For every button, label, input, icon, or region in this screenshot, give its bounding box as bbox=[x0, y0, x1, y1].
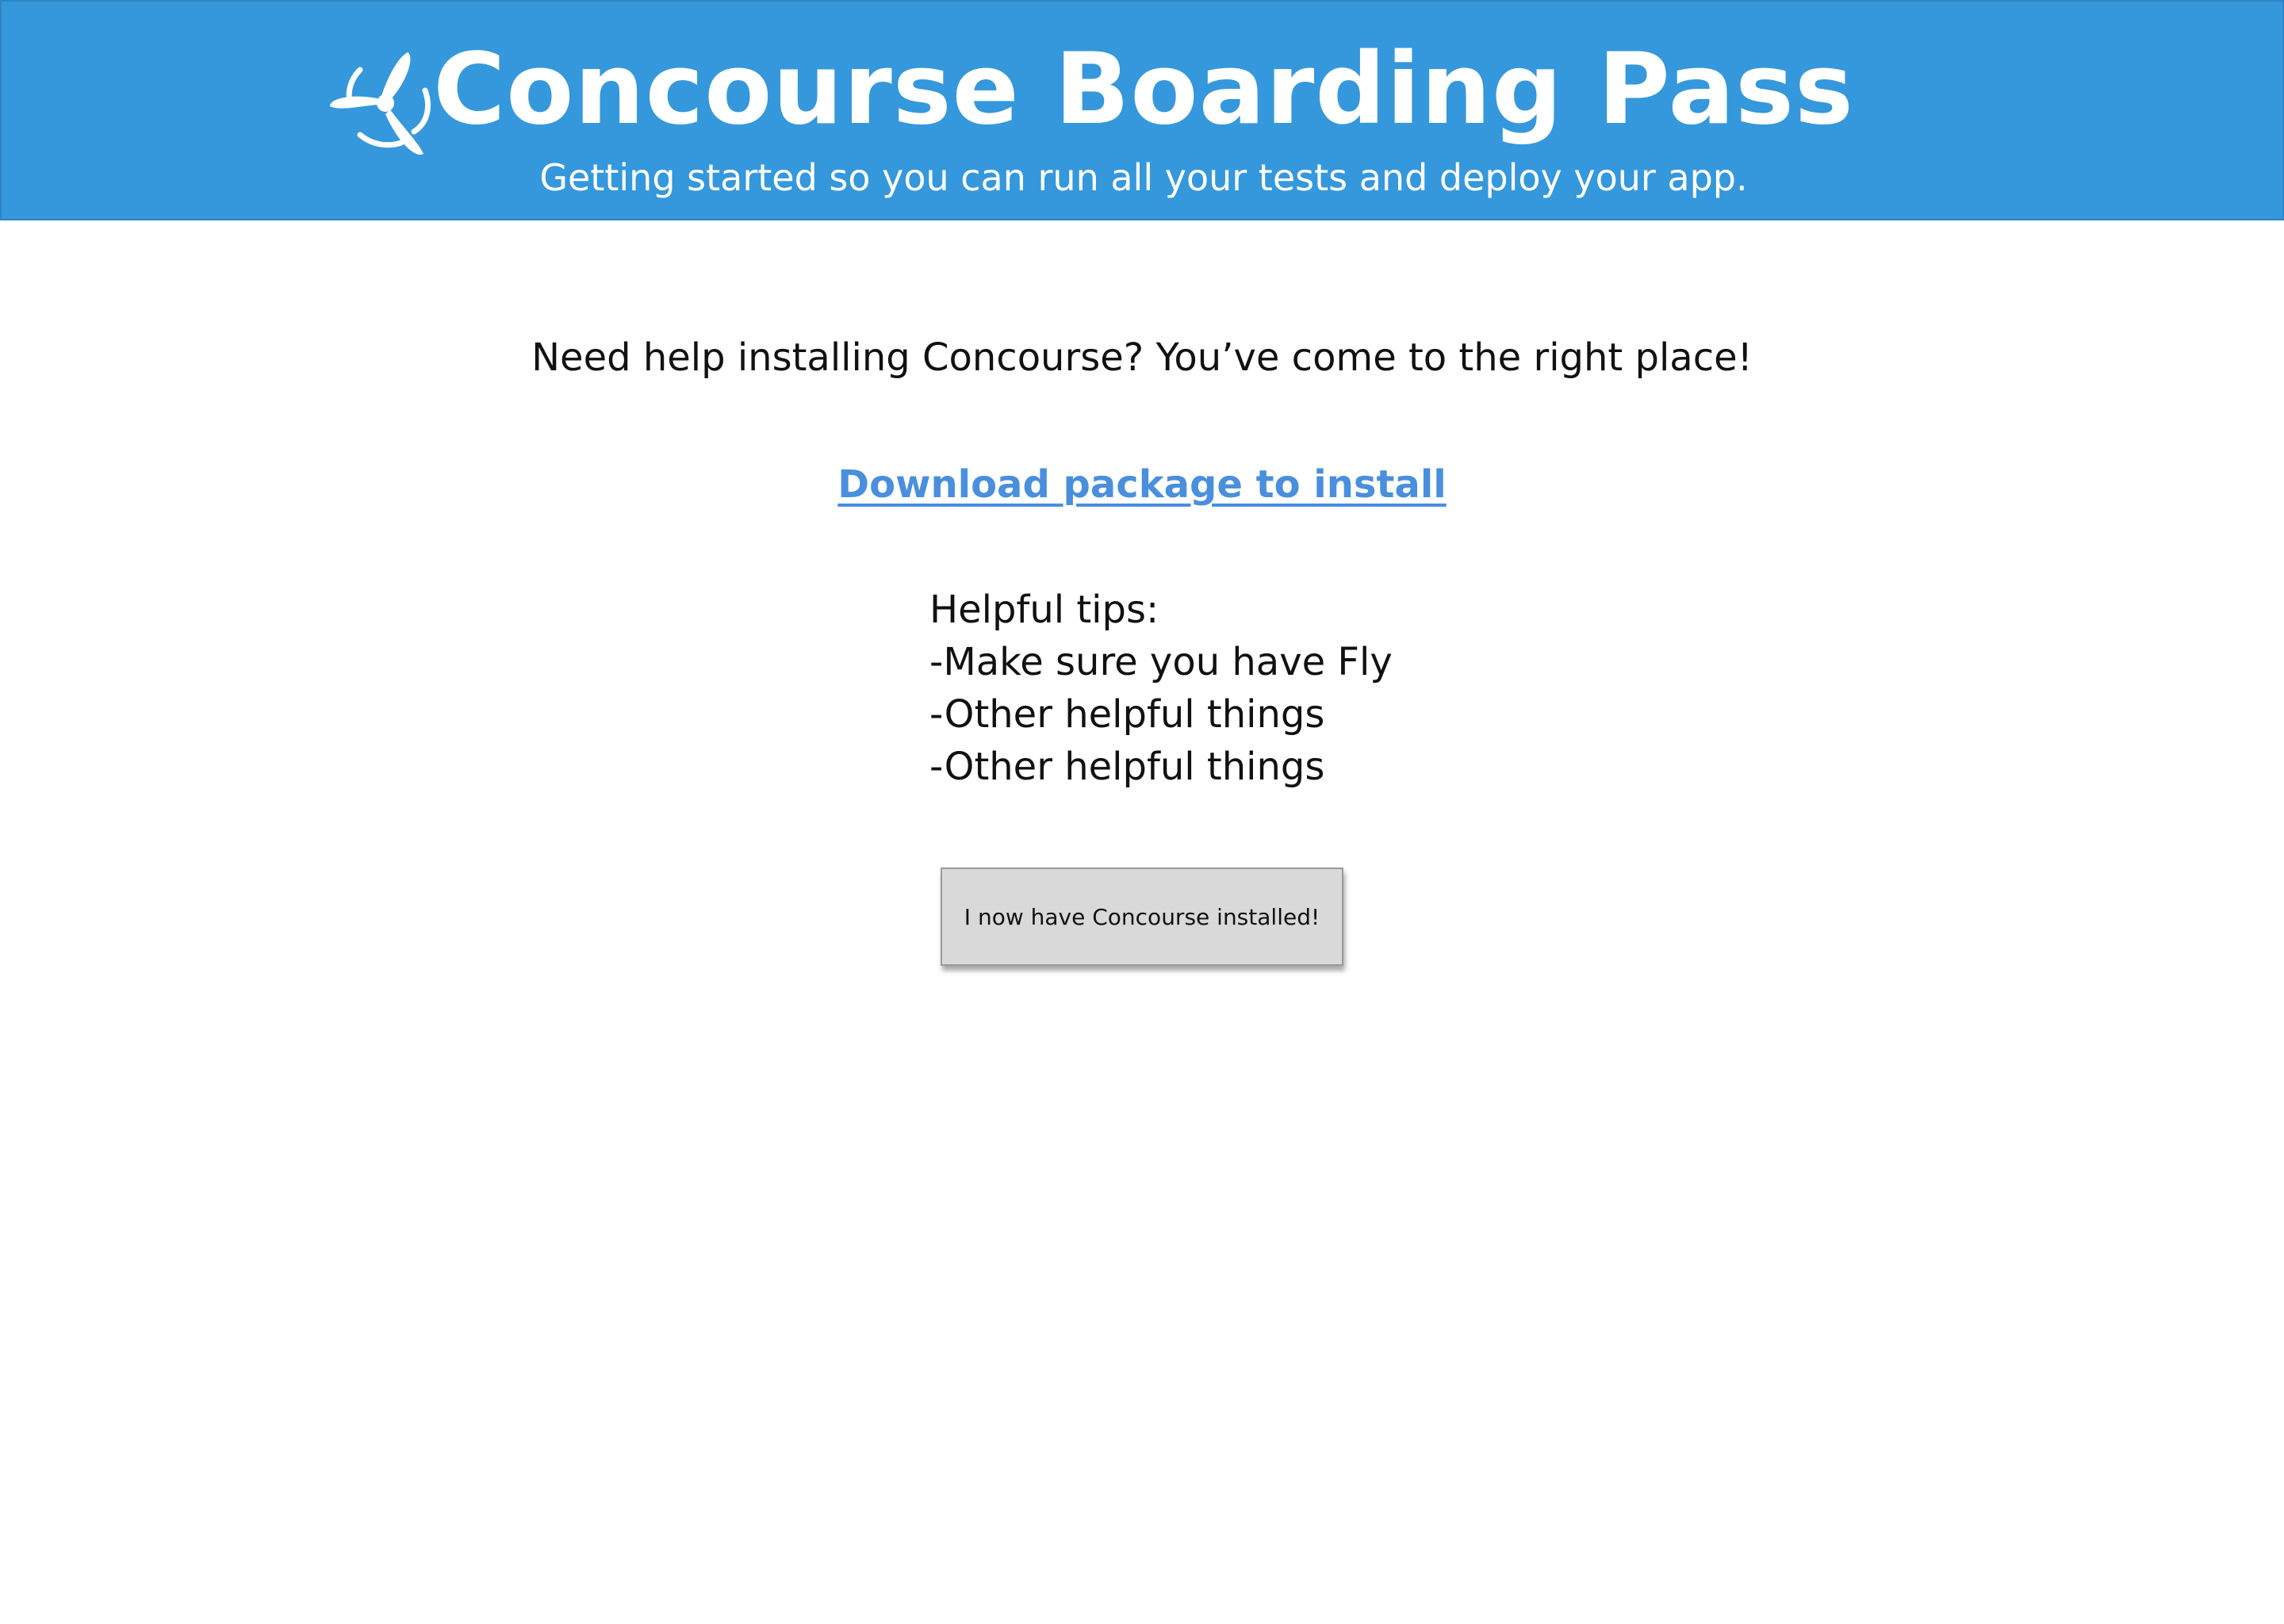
helpful-tips: Helpful tips: -Make sure you have Fly -O… bbox=[929, 584, 1393, 793]
download-package-link[interactable]: Download package to install bbox=[837, 462, 1446, 507]
intro-text: Need help installing Concourse? You’ve c… bbox=[531, 335, 1753, 380]
download-link-container: Download package to install bbox=[0, 457, 2284, 512]
page-subtitle: Getting started so you can run all your … bbox=[539, 156, 1748, 199]
header-banner: Concourse Boarding Pass Getting started … bbox=[0, 0, 2284, 220]
tip-item: -Make sure you have Fly bbox=[929, 640, 1393, 684]
installed-confirm-button[interactable]: I now have Concourse installed! bbox=[941, 868, 1343, 966]
page-title: Concourse Boarding Pass bbox=[433, 33, 1854, 147]
tip-item: -Other helpful things bbox=[929, 692, 1325, 737]
tip-item: -Other helpful things bbox=[929, 745, 1325, 789]
tips-heading: Helpful tips: bbox=[929, 588, 1159, 632]
